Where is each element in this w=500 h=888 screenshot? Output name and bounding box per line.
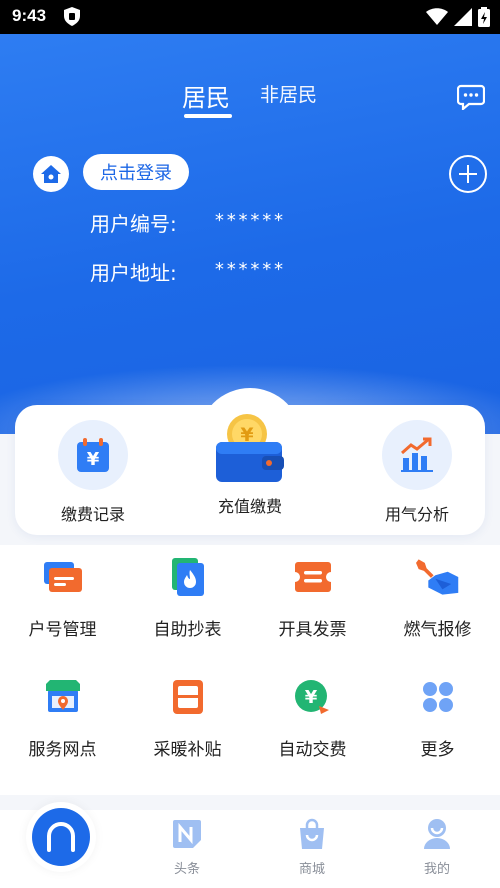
login-button[interactable]: 点击登录 — [83, 154, 189, 190]
payment-records-icon: ¥ — [58, 420, 128, 490]
service-outlet-icon — [41, 675, 85, 719]
more-grid-icon — [416, 675, 460, 719]
nav-shop-label: 商城 — [298, 862, 325, 877]
tab-nonresident[interactable]: 非居民 — [260, 80, 317, 107]
user-address-label: 用户地址: — [90, 261, 177, 285]
home-icon — [32, 808, 90, 866]
nav-profile[interactable]: 我的 — [402, 818, 472, 877]
status-bar: 9:43 — [0, 0, 500, 34]
news-icon — [171, 818, 203, 850]
nav-profile-label: 我的 — [423, 862, 450, 877]
meter-reading-icon — [166, 555, 210, 599]
account-management-label: 户号管理 — [28, 620, 97, 640]
svg-text:¥: ¥ — [304, 687, 317, 708]
repair-wrench-icon — [415, 555, 460, 599]
self-meter-reading-item[interactable]: 自助抄表 — [125, 555, 250, 640]
service-outlet-label: 服务网点 — [28, 740, 97, 760]
more-label: 更多 — [420, 740, 455, 760]
service-outlet-item[interactable]: 服务网点 — [0, 675, 125, 760]
shop-bag-icon — [296, 818, 328, 850]
wifi-icon — [426, 8, 448, 30]
service-grid: 户号管理 自助抄表 开具发票 燃气报修 服务网点 采暖补贴 ¥ 自动交费 更多 — [0, 545, 500, 795]
hero-banner: 居民 非居民 点击登录 用户编号: ****** 用户地址: ****** — [0, 34, 500, 434]
heating-subsidy-label: 采暖补贴 — [153, 740, 222, 760]
nav-home[interactable] — [26, 802, 96, 872]
gas-analysis-label: 用气分析 — [384, 505, 449, 524]
issue-invoice-label: 开具发票 — [278, 620, 347, 640]
account-management-item[interactable]: 户号管理 — [0, 555, 125, 640]
more-item[interactable]: 更多 — [375, 675, 500, 760]
user-address-row: 用户地址: ****** — [90, 257, 285, 286]
user-id-label: 用户编号: — [90, 212, 177, 236]
shield-icon — [64, 7, 80, 30]
active-tab-indicator — [184, 114, 232, 118]
invoice-icon — [291, 555, 335, 599]
self-meter-reading-label: 自助抄表 — [153, 620, 222, 640]
user-id-row: 用户编号: ****** — [90, 208, 285, 237]
heating-subsidy-icon — [166, 675, 210, 719]
auto-pay-item[interactable]: ¥ 自动交费 — [250, 675, 375, 760]
svg-text:¥: ¥ — [87, 449, 100, 470]
profile-icon — [421, 818, 453, 850]
gas-repair-item[interactable]: 燃气报修 — [375, 555, 500, 640]
nav-news[interactable]: 头条 — [152, 818, 222, 877]
nav-shop[interactable]: 商城 — [277, 818, 347, 877]
add-account-icon[interactable] — [449, 155, 487, 193]
gas-repair-label: 燃气报修 — [403, 620, 472, 640]
house-icon — [33, 156, 69, 192]
payment-records-label: 缴费记录 — [60, 505, 125, 524]
battery-icon — [478, 7, 490, 31]
wallet-recharge-icon[interactable]: ¥ — [212, 410, 288, 490]
cellular-signal-icon — [454, 8, 472, 30]
tab-resident[interactable]: 居民 — [182, 78, 230, 113]
gas-analysis-button[interactable]: 用气分析 — [357, 405, 477, 525]
user-id-value: ****** — [214, 210, 286, 231]
message-icon[interactable] — [456, 84, 486, 114]
user-address-value: ****** — [214, 259, 286, 280]
recharge-label[interactable]: 充值缴费 — [186, 493, 314, 517]
heating-subsidy-item[interactable]: 采暖补贴 — [125, 675, 250, 760]
account-card-icon — [41, 555, 85, 599]
payment-records-button[interactable]: ¥ 缴费记录 — [33, 405, 153, 525]
auto-pay-icon: ¥ — [291, 675, 335, 719]
gas-analysis-chart-icon — [382, 420, 452, 490]
issue-invoice-item[interactable]: 开具发票 — [250, 555, 375, 640]
status-time: 9:43 — [12, 6, 47, 25]
auto-pay-label: 自动交费 — [278, 740, 347, 760]
nav-news-label: 头条 — [173, 862, 200, 877]
